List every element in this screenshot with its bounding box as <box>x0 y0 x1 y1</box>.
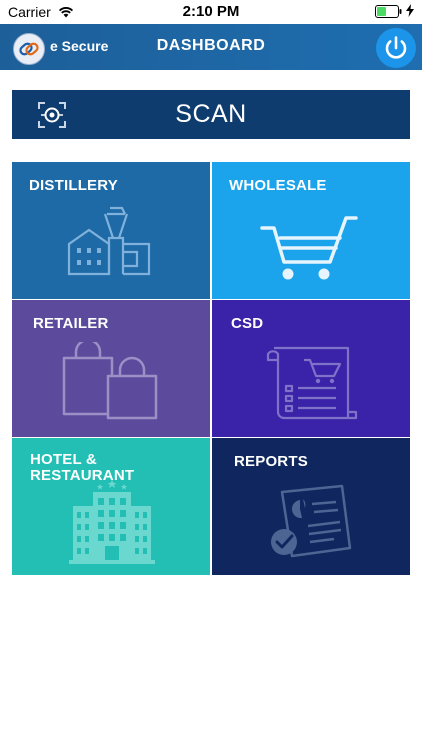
clock: 2:10 PM <box>182 3 240 20</box>
tile-distillery[interactable]: DISTILLERY <box>12 162 210 299</box>
scan-label: SCAN <box>175 100 247 128</box>
header-bar: e Secure DASHBOARD <box>0 24 422 70</box>
status-bar: Carrier 2:10 PM <box>0 0 422 24</box>
receipt-cart-icon <box>266 346 358 420</box>
report-document-icon <box>271 484 352 558</box>
distillery-icon <box>67 206 151 276</box>
tile-wholesale-label: WHOLESALE <box>229 177 327 194</box>
charging-bolt-icon <box>406 4 414 20</box>
tile-distillery-label: DISTILLERY <box>29 177 118 194</box>
hotel-building-icon <box>69 480 155 564</box>
tile-retailer-label: RETAILER <box>33 315 109 332</box>
tile-wholesale[interactable]: WHOLESALE <box>212 162 410 299</box>
tile-csd[interactable]: CSD <box>212 300 410 437</box>
power-button[interactable] <box>376 28 416 68</box>
tile-hotel-label-line1: HOTEL & <box>30 451 97 468</box>
tile-retailer[interactable]: RETAILER <box>12 300 210 437</box>
battery-icon <box>375 5 403 23</box>
page-title: DASHBOARD <box>156 37 266 54</box>
tile-reports-label: REPORTS <box>234 453 308 470</box>
power-icon <box>385 36 407 59</box>
shopping-bags-icon <box>62 342 158 420</box>
tile-csd-label: CSD <box>231 315 264 332</box>
scan-button[interactable]: SCAN <box>12 90 410 139</box>
cart-icon <box>260 216 358 280</box>
tile-hotel-restaurant[interactable]: HOTEL & RESTAURANT <box>12 438 210 575</box>
tile-reports[interactable]: REPORTS <box>212 438 410 575</box>
